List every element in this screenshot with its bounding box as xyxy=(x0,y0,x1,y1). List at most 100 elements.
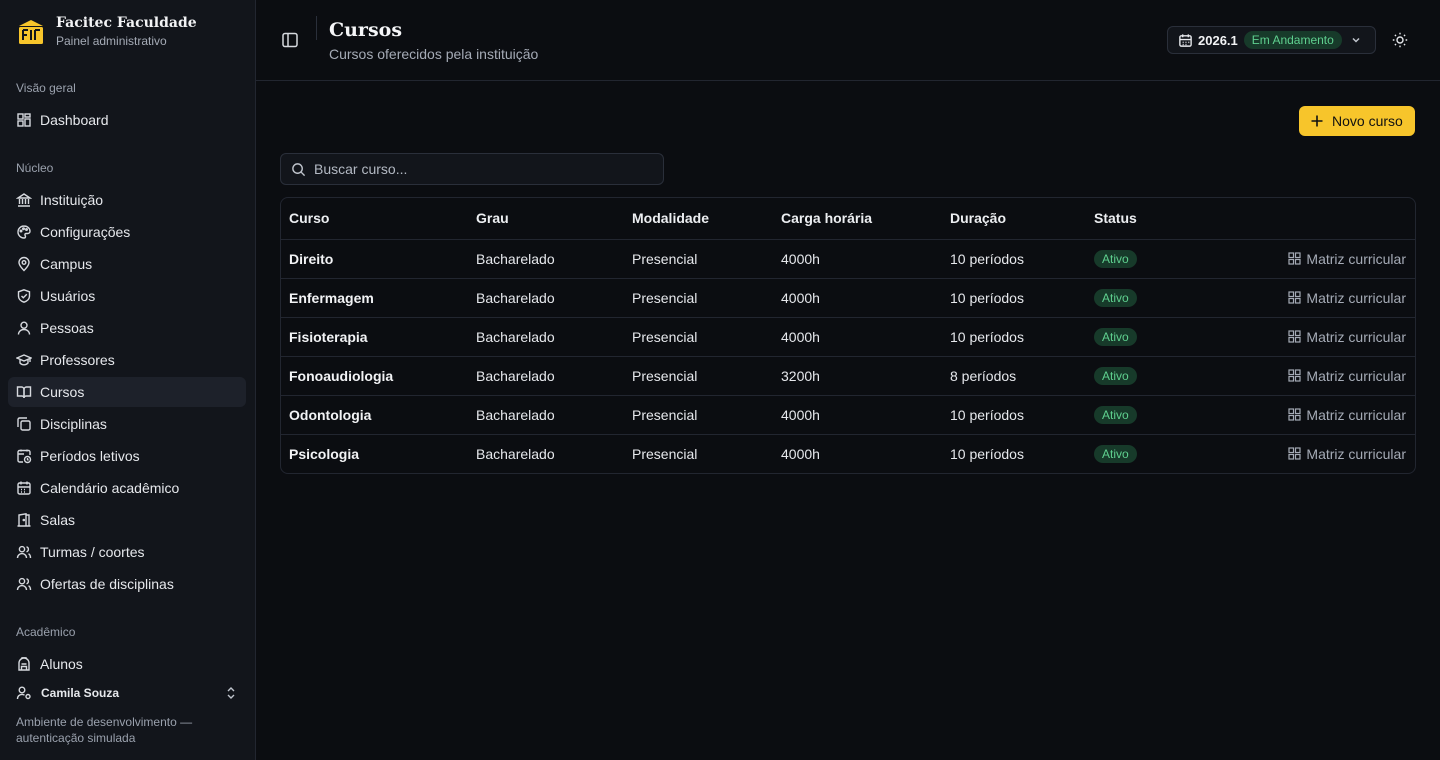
page-title: Cursos xyxy=(329,19,403,41)
cell-duracao: 10 períodos xyxy=(942,239,1086,279)
matriz-curricular-link[interactable]: Matriz curricular xyxy=(1288,407,1406,423)
table-row[interactable]: Fonoaudiologia Bacharelado Presencial 32… xyxy=(281,356,1415,396)
cell-duracao: 8 períodos xyxy=(942,356,1086,396)
sidebar-item-configuracoes[interactable]: Configurações xyxy=(8,217,246,247)
sun-icon[interactable] xyxy=(1391,31,1409,49)
cell-actions: Matriz curricular xyxy=(1206,434,1415,473)
matriz-curricular-link[interactable]: Matriz curricular xyxy=(1288,446,1406,462)
cell-modalidade: Presencial xyxy=(624,395,773,435)
sidebar-item-instituicao[interactable]: Instituição xyxy=(8,185,246,215)
page-subtitle: Cursos oferecidos pela instituição xyxy=(329,46,539,62)
status-badge: Ativo xyxy=(1094,249,1137,268)
period-year: 2026.1 xyxy=(1198,32,1238,48)
calendar-icon xyxy=(1179,33,1192,47)
sidebar-item-alunos[interactable]: Alunos xyxy=(8,649,246,679)
table-row[interactable]: Psicologia Bacharelado Presencial 4000h … xyxy=(281,434,1415,473)
cell-modalidade: Presencial xyxy=(624,239,773,279)
sidebar-item-label: Pessoas xyxy=(40,320,94,336)
logo-icon xyxy=(19,19,43,44)
sidebar-item-label: Dashboard xyxy=(40,112,109,128)
sidebar-toggle-icon[interactable] xyxy=(281,31,299,49)
table-row[interactable]: Direito Bacharelado Presencial 4000h 10 … xyxy=(281,239,1415,279)
search-icon xyxy=(292,162,306,176)
matriz-curricular-link[interactable]: Matriz curricular xyxy=(1288,251,1406,267)
cell-status: Ativo xyxy=(1086,317,1206,357)
cell-actions: Matriz curricular xyxy=(1206,239,1415,279)
status-badge: Ativo xyxy=(1094,405,1137,424)
section-nucleo: Núcleo xyxy=(16,161,54,175)
column-header-modalidade: Modalidade xyxy=(624,198,773,240)
users-icon xyxy=(16,577,32,591)
grid-icon xyxy=(1288,369,1302,382)
cell-grau: Bacharelado xyxy=(468,317,624,357)
sidebar-item-ofertas-disciplinas[interactable]: Ofertas de disciplinas xyxy=(8,569,246,599)
sidebar-item-disciplinas[interactable]: Disciplinas xyxy=(8,409,246,439)
dashboard-icon xyxy=(17,113,31,127)
matriz-curricular-label: Matriz curricular xyxy=(1306,445,1406,462)
cell-status: Ativo xyxy=(1086,278,1206,318)
sidebar-item-label: Instituição xyxy=(40,192,104,208)
cell-curso: Direito xyxy=(281,239,468,279)
matriz-curricular-link[interactable]: Matriz curricular xyxy=(1288,290,1406,306)
cell-carga: 4000h xyxy=(773,239,942,279)
cell-duracao: 10 períodos xyxy=(942,395,1086,435)
brand-subtitle: Painel administrativo xyxy=(56,34,167,48)
sidebar-item-dashboard[interactable]: Dashboard xyxy=(8,105,246,135)
graduation-cap-icon xyxy=(16,354,32,366)
sidebar-item-pessoas[interactable]: Pessoas xyxy=(8,313,246,343)
sidebar-item-label: Calendário acadêmico xyxy=(40,480,180,496)
sidebar-item-usuarios[interactable]: Usuários xyxy=(8,281,246,311)
brand[interactable]: Facitec Faculdade Painel administrativo xyxy=(16,14,197,49)
column-header-duracao: Duração xyxy=(942,198,1086,240)
sidebar-item-salas[interactable]: Salas xyxy=(8,505,246,535)
search-input[interactable] xyxy=(314,161,644,177)
new-course-button[interactable]: Novo curso xyxy=(1299,106,1415,136)
sidebar-item-label: Turmas / coortes xyxy=(40,544,145,560)
user-gear-icon xyxy=(16,686,31,700)
column-header-carga-horaria: Carga horária xyxy=(773,198,942,240)
sidebar-item-label: Disciplinas xyxy=(40,416,107,432)
book-open-icon xyxy=(16,386,32,399)
palette-icon xyxy=(17,225,31,239)
sidebar-item-cursos[interactable]: Cursos xyxy=(8,377,246,407)
cell-curso: Odontologia xyxy=(281,395,468,435)
cell-modalidade: Presencial xyxy=(624,356,773,396)
brand-name: Facitec Faculdade xyxy=(56,15,197,31)
shield-icon xyxy=(17,289,31,303)
sidebar-item-label: Alunos xyxy=(40,656,83,672)
sidebar-item-label: Usuários xyxy=(40,288,96,304)
cell-modalidade: Presencial xyxy=(632,445,698,462)
header-divider xyxy=(316,16,317,40)
table-row[interactable]: Enfermagem Bacharelado Presencial 4000h … xyxy=(281,278,1415,318)
table-row[interactable]: Odontologia Bacharelado Presencial 4000h… xyxy=(281,395,1415,435)
map-pin-icon xyxy=(18,256,30,272)
status-badge: Ativo xyxy=(1094,366,1137,385)
grid-icon xyxy=(1288,408,1302,421)
user-menu[interactable]: Camila Souza xyxy=(16,684,240,702)
cell-grau: Bacharelado xyxy=(468,239,624,279)
period-select[interactable]: 2026.1 Em Andamento xyxy=(1167,26,1376,54)
grid-icon xyxy=(1288,330,1302,343)
column-header-status: Status xyxy=(1086,198,1206,240)
cell-curso: Enfermagem xyxy=(281,278,468,318)
cell-actions: Matriz curricular xyxy=(1206,278,1415,318)
sidebar-item-calendario-academico[interactable]: Calendário acadêmico xyxy=(8,473,246,503)
table-row[interactable]: Fisioterapia Bacharelado Presencial 4000… xyxy=(281,317,1415,357)
calendar-clock-icon xyxy=(17,449,32,464)
status-badge: Ativo xyxy=(1094,327,1137,346)
page-header: Cursos Cursos oferecidos pela instituiçã… xyxy=(256,0,1440,81)
matriz-curricular-label: Matriz curricular xyxy=(1306,367,1406,384)
sidebar-item-label: Ofertas de disciplinas xyxy=(40,576,174,592)
sidebar-item-turmas-coortes[interactable]: Turmas / coortes xyxy=(8,537,246,567)
section-visao-geral: Visão geral xyxy=(16,81,76,95)
sidebar-item-periodos-letivos[interactable]: Períodos letivos xyxy=(8,441,246,471)
sidebar-item-professores[interactable]: Professores xyxy=(8,345,246,375)
building-icon xyxy=(16,193,32,207)
matriz-curricular-link[interactable]: Matriz curricular xyxy=(1288,329,1406,345)
cell-carga: 4000h xyxy=(773,395,942,435)
grid-icon xyxy=(1288,291,1302,304)
backpack-icon xyxy=(18,657,30,671)
user-icon xyxy=(17,321,31,335)
matriz-curricular-link[interactable]: Matriz curricular xyxy=(1288,368,1406,384)
sidebar-item-campus[interactable]: Campus xyxy=(8,249,246,279)
